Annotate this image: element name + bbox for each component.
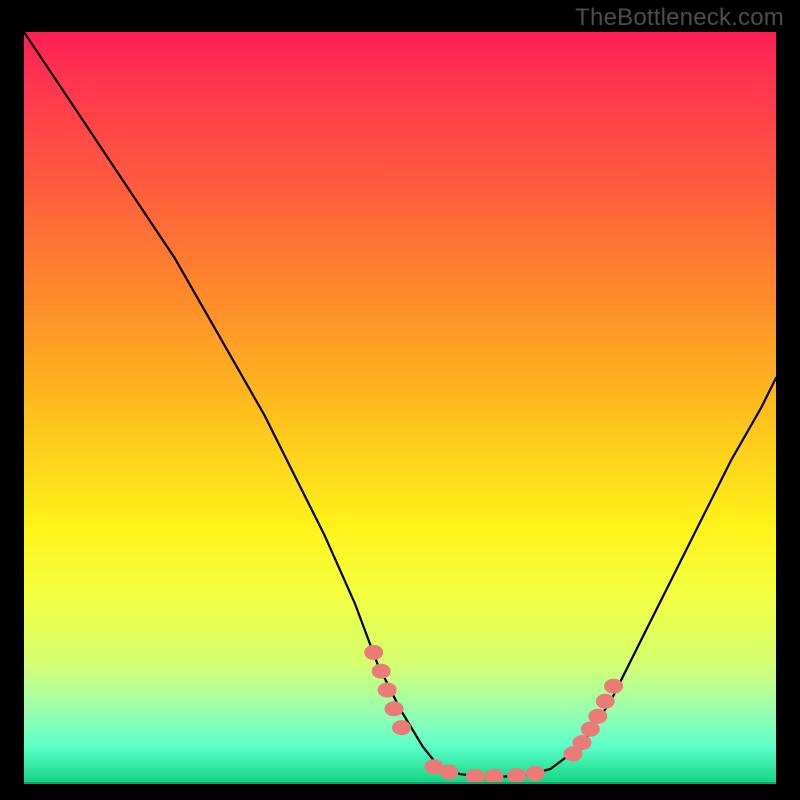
marker-dot	[385, 702, 403, 716]
marker-dot	[596, 694, 614, 708]
marker-dot	[378, 683, 396, 697]
curve-layer	[24, 32, 776, 784]
marker-dot	[573, 736, 591, 750]
marker-dot	[526, 767, 544, 781]
marker-dot	[372, 664, 390, 678]
marker-dot	[365, 645, 383, 659]
marker-dot	[440, 765, 458, 779]
marker-dot	[393, 721, 411, 735]
marker-dot	[605, 679, 623, 693]
chart-frame: TheBottleneck.com	[0, 0, 800, 800]
bottleneck-curve	[24, 32, 776, 777]
plot-area	[24, 32, 776, 784]
attribution-text: TheBottleneck.com	[575, 4, 784, 32]
marker-dot	[508, 769, 526, 783]
baseline	[24, 782, 776, 784]
marker-dot	[589, 709, 607, 723]
marker-dot	[581, 722, 599, 736]
